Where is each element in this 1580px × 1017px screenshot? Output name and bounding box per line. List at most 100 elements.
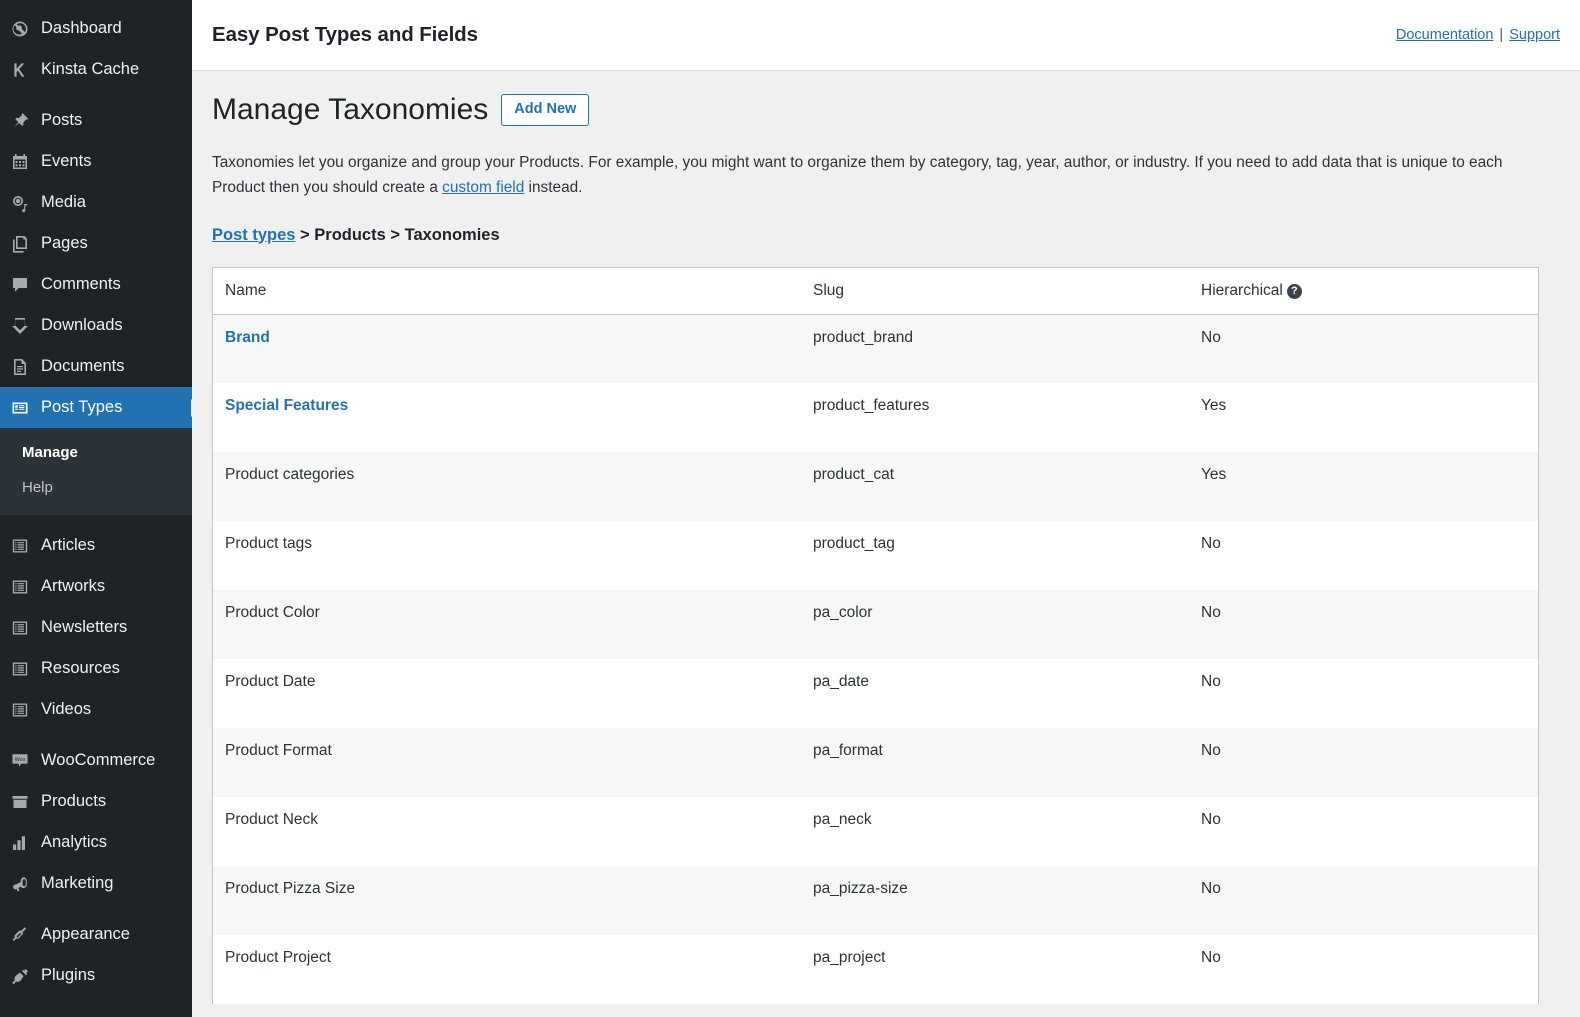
sidebar-item-label: Events [41,152,92,171]
sidebar-item-label: Articles [41,536,96,555]
post-types-icon [9,397,31,419]
sidebar-item-plugins[interactable]: Plugins [0,955,192,996]
media-icon [9,192,31,214]
sidebar-item-products[interactable]: Products [0,781,192,822]
sidebar-item-comments[interactable]: Comments [0,264,192,305]
cell-name: Product Color [213,590,801,660]
sidebar-item-label: Analytics [41,833,108,852]
sidebar-item-kinsta-cache[interactable]: Kinsta Cache [0,49,192,90]
description-text-after: instead. [524,179,583,197]
pages-icon [9,233,31,255]
submenu-item-manage[interactable]: Manage [0,436,192,471]
sidebar-item-label: Appearance [41,925,130,944]
column-header-hierarchical-label: Hierarchical [1201,281,1283,299]
table-row: Product Format pa_format No [213,728,1538,798]
sidebar-item-dashboard[interactable]: Dashboard [0,8,192,49]
sidebar-item-label: Post Types [41,398,123,417]
sidebar-item-label: WooCommerce [41,751,156,770]
table-row: Product Project pa_project No [213,935,1538,1005]
sidebar-item-pages[interactable]: Pages [0,223,192,264]
download-icon [9,315,31,337]
document-icon [9,356,31,378]
cell-name: Product categories [213,452,801,522]
sidebar-separator [0,90,192,100]
sidebar-item-videos[interactable]: Videos [0,689,192,730]
sidebar-item-label: Dashboard [41,19,122,38]
sidebar-item-marketing[interactable]: Marketing [0,863,192,904]
page-title: Manage Taxonomies [212,93,489,126]
sidebar-item-articles[interactable]: Articles [0,525,192,566]
sidebar-item-posts[interactable]: Posts [0,100,192,141]
sidebar-item-label: Media [41,193,86,212]
sidebar-separator [0,904,192,914]
dashboard-icon [9,18,31,40]
sidebar-item-events[interactable]: Events [0,141,192,182]
sidebar-item-media[interactable]: Media [0,182,192,223]
sidebar-item-woocommerce[interactable]: Woo WooCommerce [0,740,192,781]
list-icon [9,658,31,680]
cell-slug: pa_neck [801,797,1189,867]
breadcrumb-taxonomies: Taxonomies [404,225,500,244]
cell-hierarchical: No [1189,866,1538,936]
admin-sidebar: Dashboard Kinsta Cache Posts Events Media Pag… [0,0,192,1017]
cell-slug: product_cat [801,452,1189,522]
custom-field-link[interactable]: custom field [442,179,524,196]
documentation-link[interactable]: Documentation [1396,27,1494,43]
cell-slug: pa_color [801,590,1189,660]
cell-hierarchical: No [1189,590,1538,660]
table-row: Product Date pa_date No [213,659,1538,729]
cell-hierarchical: No [1189,728,1538,798]
sidebar-item-downloads[interactable]: Downloads [0,305,192,346]
sidebar-item-appearance[interactable]: Appearance [0,914,192,955]
table-row: Special Features product_features Yes [213,383,1538,453]
table-row: Product Neck pa_neck No [213,797,1538,867]
sidebar-item-documents[interactable]: Documents [0,346,192,387]
column-header-name: Name [213,267,801,315]
pin-icon [9,110,31,132]
table-row: Product Pizza Size pa_pizza-size No [213,866,1538,936]
cell-hierarchical: No [1189,659,1538,729]
list-icon [9,535,31,557]
taxonomy-link[interactable]: Special Features [225,397,348,414]
sidebar-item-label: Plugins [41,966,96,985]
sidebar-separator [0,730,192,740]
sidebar-item-label: Marketing [41,874,114,893]
appearance-icon [9,924,31,946]
breadcrumb: Post types > Products > Taxonomies [212,226,1560,245]
sidebar-item-post-types[interactable]: Post Types [0,387,192,428]
sidebar-item-artworks[interactable]: Artworks [0,566,192,607]
table-row: Brand product_brand No [213,314,1538,384]
submenu-item-help[interactable]: Help [0,471,192,506]
taxonomies-table-wrapper: Name Slug Hierarchical? Brand product_bra… [212,266,1539,1005]
marketing-icon [9,873,31,895]
cell-hierarchical: Yes [1189,383,1538,453]
help-icon[interactable]: ? [1286,283,1302,299]
taxonomy-link[interactable]: Brand [225,329,270,346]
sidebar-item-resources[interactable]: Resources [0,648,192,689]
topbar-links: Documentation | Support [1396,27,1560,43]
sidebar-item-analytics[interactable]: Analytics [0,822,192,863]
cell-slug: product_brand [801,314,1189,384]
sidebar-item-label: Documents [41,357,125,376]
add-new-button[interactable]: Add New [501,93,590,127]
breadcrumb-products: Products [314,225,386,244]
sidebar-item-label: Resources [41,659,120,678]
description-text-before: Taxonomies let you organize and group yo… [212,154,1503,197]
sidebar-item-newsletters[interactable]: Newsletters [0,607,192,648]
breadcrumb-separator-1: > [295,225,315,244]
support-link[interactable]: Support [1509,27,1560,43]
page-description: Taxonomies let you organize and group yo… [212,150,1547,201]
sidebar-item-label: Posts [41,111,83,130]
plugin-title: Easy Post Types and Fields [212,23,478,46]
main-content: Easy Post Types and Fields Documentation… [192,0,1580,1017]
cell-name: Product tags [213,521,801,591]
cell-slug: pa_format [801,728,1189,798]
table-row: Product categories product_cat Yes [213,452,1538,522]
breadcrumb-post-types-link[interactable]: Post types [212,226,295,244]
wp-admin-screen: Dashboard Kinsta Cache Posts Events Media Pag… [0,0,1580,1017]
table-row: Product tags product_tag No [213,521,1538,591]
cell-name: Product Format [213,728,801,798]
cell-name: Product Neck [213,797,801,867]
plugin-topbar: Easy Post Types and Fields Documentation… [192,0,1580,71]
sidebar-item-label: Newsletters [41,618,128,637]
